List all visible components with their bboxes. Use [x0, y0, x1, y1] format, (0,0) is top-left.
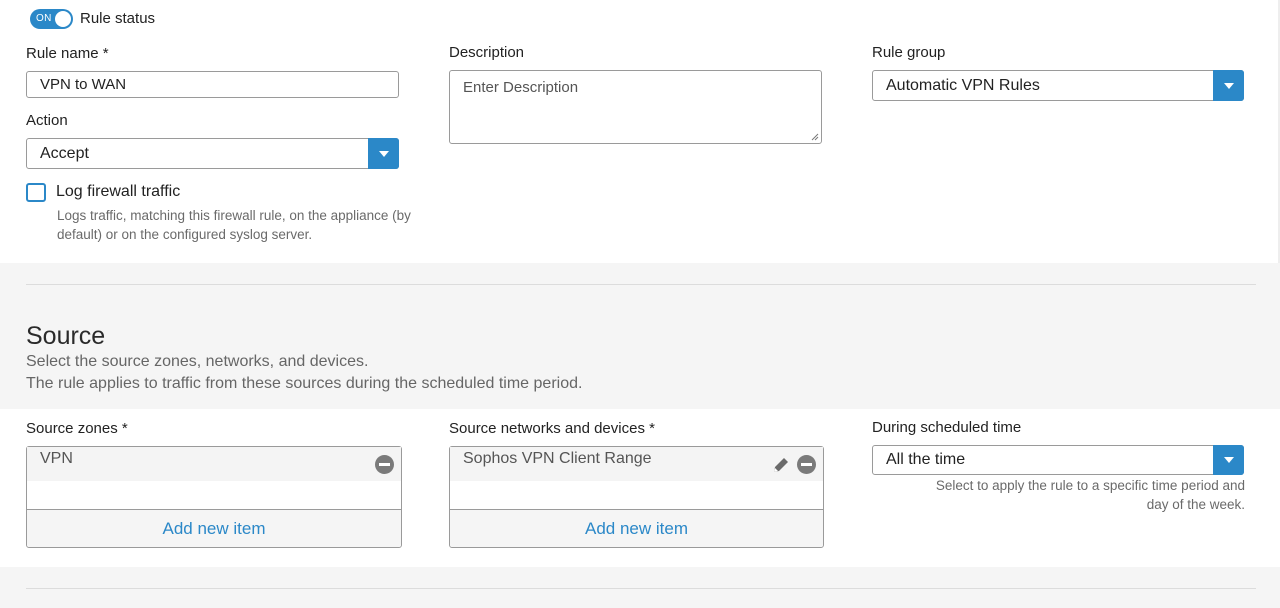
rule-group-value: Automatic VPN Rules — [886, 76, 1040, 94]
rule-name-input[interactable] — [26, 71, 399, 98]
source-section-desc-2: The rule applies to traffic from these s… — [26, 375, 583, 392]
source-zones-add-button[interactable]: Add new item — [27, 509, 401, 547]
rule-group-select[interactable]: Automatic VPN Rules — [872, 70, 1244, 101]
action-label: Action — [26, 112, 68, 129]
rule-name-label: Rule name * — [26, 45, 109, 62]
log-firewall-traffic-label: Log firewall traffic — [56, 183, 181, 200]
source-network-item-text: Sophos VPN Client Range — [463, 450, 652, 467]
source-zone-item-text: VPN — [40, 450, 73, 467]
rule-group-dropdown-button[interactable] — [1213, 70, 1244, 101]
section-divider — [26, 284, 1256, 285]
rule-status-toggle[interactable]: ON — [30, 9, 73, 29]
list-item: VPN — [27, 447, 401, 481]
resize-grip-icon[interactable] — [811, 133, 819, 141]
action-select[interactable]: Accept — [26, 138, 399, 169]
action-value: Accept — [40, 144, 89, 162]
schedule-help-line-2: day of the week. — [1146, 497, 1245, 512]
source-networks-label: Source networks and devices * — [449, 420, 655, 437]
caret-down-icon — [1223, 82, 1234, 89]
schedule-dropdown-button[interactable] — [1213, 445, 1244, 475]
schedule-help-line-1: Select to apply the rule to a specific t… — [935, 478, 1245, 493]
log-help-line-1: Logs traffic, matching this firewall rul… — [57, 208, 411, 223]
source-networks-list: Sophos VPN Client Range Add new item — [449, 446, 824, 548]
schedule-select[interactable]: All the time — [872, 445, 1244, 475]
rule-group-label: Rule group — [872, 44, 946, 61]
description-label: Description — [449, 44, 525, 61]
caret-down-icon — [378, 150, 389, 157]
add-new-item-label: Add new item — [585, 518, 688, 538]
log-firewall-traffic-help: Logs traffic, matching this firewall rul… — [57, 206, 437, 244]
schedule-value: All the time — [886, 451, 966, 468]
minus-circle-icon[interactable] — [375, 455, 394, 474]
list-item: Sophos VPN Client Range — [450, 447, 823, 481]
toggle-knob — [55, 11, 71, 27]
source-zones-list: VPN Add new item — [26, 446, 402, 548]
section-divider-bottom — [26, 588, 1256, 589]
pencil-icon[interactable] — [771, 455, 791, 475]
minus-circle-icon[interactable] — [797, 455, 816, 474]
description-textarea[interactable] — [449, 70, 822, 144]
log-firewall-traffic-checkbox[interactable] — [26, 183, 46, 202]
action-dropdown-button[interactable] — [368, 138, 399, 169]
caret-down-icon — [1223, 457, 1234, 463]
rule-status-label: Rule status — [80, 10, 156, 27]
schedule-help: Select to apply the rule to a specific t… — [872, 476, 1245, 514]
toggle-on-text: ON — [36, 13, 52, 24]
log-help-line-2: default) or on the configured syslog ser… — [57, 227, 313, 242]
schedule-label: During scheduled time — [872, 419, 1022, 436]
source-networks-add-button[interactable]: Add new item — [450, 509, 823, 547]
source-section-desc-1: Select the source zones, networks, and d… — [26, 353, 369, 370]
source-section-title: Source — [26, 322, 106, 350]
add-new-item-label: Add new item — [162, 518, 266, 538]
source-zones-label: Source zones * — [26, 420, 128, 437]
